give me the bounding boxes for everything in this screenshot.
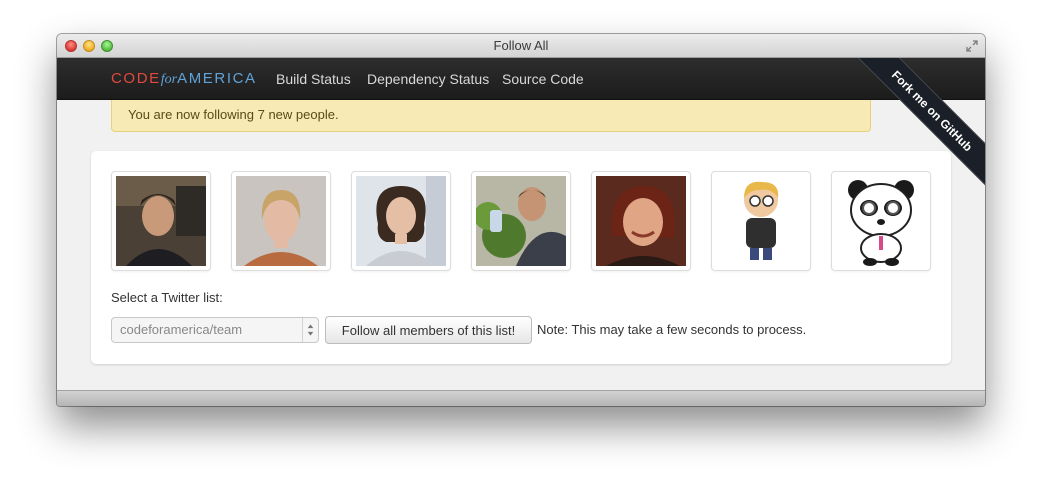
success-alert: You are now following 7 new people. bbox=[111, 100, 871, 132]
main-panel: Select a Twitter list: codeforamerica/te… bbox=[91, 151, 951, 364]
avatar[interactable] bbox=[351, 171, 451, 271]
brand-code: CODE bbox=[111, 70, 161, 87]
avatar-photo-1 bbox=[116, 176, 206, 266]
avatar-cartoon-6 bbox=[716, 176, 806, 266]
follow-all-button[interactable]: Follow all members of this list! bbox=[325, 316, 532, 344]
browser-window: Follow All CODEforAMERICA Build Status D… bbox=[57, 34, 985, 406]
avatar[interactable] bbox=[711, 171, 811, 271]
window-bottom-bar bbox=[57, 390, 985, 406]
nav-source-code[interactable]: Source Code bbox=[502, 71, 584, 87]
avatar[interactable] bbox=[591, 171, 691, 271]
github-ribbon[interactable]: Fork me on GitHub bbox=[845, 58, 985, 198]
fork-on-github-link[interactable]: Fork me on GitHub bbox=[854, 58, 985, 189]
brand-for: for bbox=[160, 72, 178, 87]
list-select-label: Select a Twitter list: bbox=[111, 290, 223, 305]
brand-america: AMERICA bbox=[177, 70, 257, 87]
twitter-list-select[interactable]: codeforamerica/team bbox=[111, 317, 319, 343]
window-title: Follow All bbox=[493, 38, 549, 53]
fullscreen-icon[interactable] bbox=[965, 39, 979, 53]
avatar-photo-2 bbox=[236, 176, 326, 266]
nav-dependency-status[interactable]: Dependency Status bbox=[367, 71, 489, 87]
title-bar: Follow All bbox=[57, 34, 985, 58]
avatar-photo-3 bbox=[356, 176, 446, 266]
avatar[interactable] bbox=[111, 171, 211, 271]
avatar-photo-4 bbox=[476, 176, 566, 266]
select-arrows-icon bbox=[302, 318, 314, 342]
avatar-photo-5 bbox=[596, 176, 686, 266]
selected-list-value: codeforamerica/team bbox=[120, 322, 243, 337]
nav-build-status[interactable]: Build Status bbox=[276, 71, 351, 87]
avatar[interactable] bbox=[471, 171, 571, 271]
brand-logo[interactable]: CODEforAMERICA bbox=[111, 70, 257, 88]
processing-note: Note: This may take a few seconds to pro… bbox=[537, 322, 807, 337]
avatar[interactable] bbox=[231, 171, 331, 271]
